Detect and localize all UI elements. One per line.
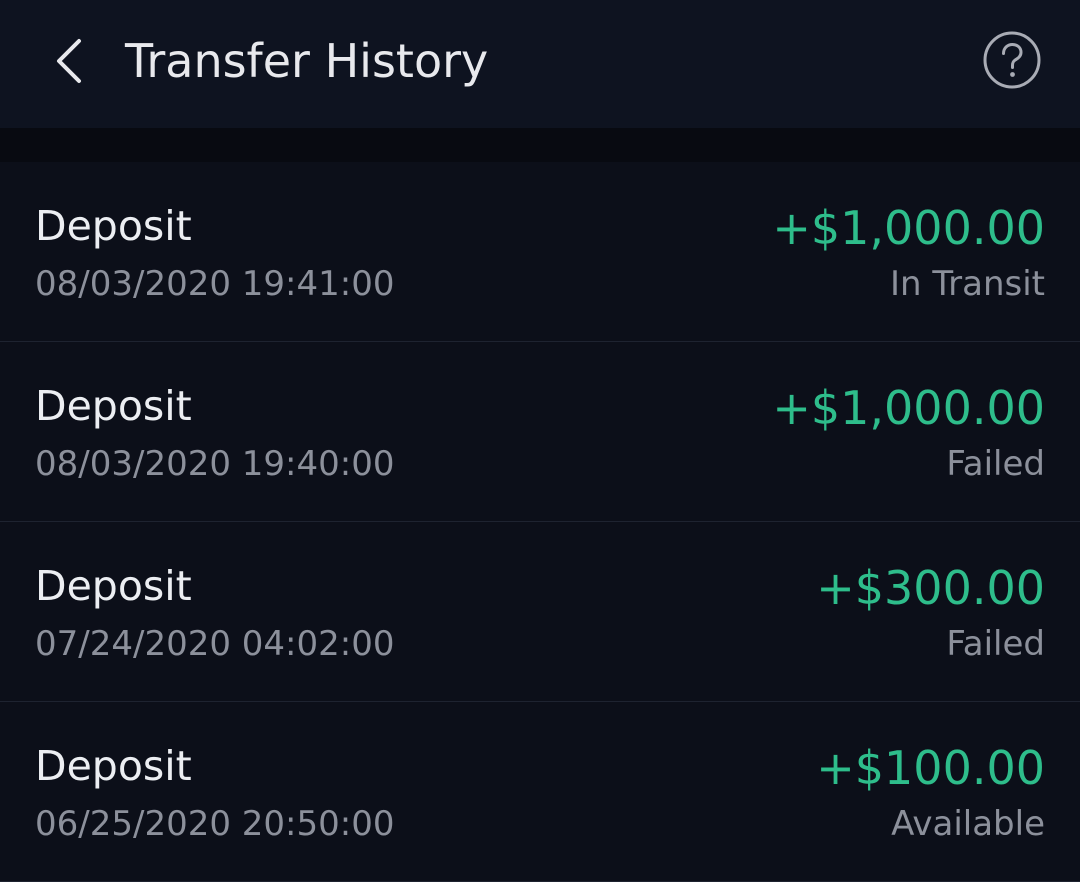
transfer-type: Deposit — [35, 382, 192, 430]
transfer-type: Deposit — [35, 562, 192, 610]
transfer-status: Failed — [946, 624, 1045, 664]
transfer-amount: +$300.00 — [816, 561, 1045, 615]
transfer-row[interactable]: Deposit 06/25/2020 20:50:00 +$100.00 Ava… — [0, 702, 1080, 882]
transfer-amount: +$1,000.00 — [772, 381, 1045, 435]
transfer-status: Failed — [946, 444, 1045, 484]
transfer-type: Deposit — [35, 202, 192, 250]
transfer-row[interactable]: Deposit 07/24/2020 04:02:00 +$300.00 Fai… — [0, 522, 1080, 702]
transfer-row[interactable]: Deposit 08/03/2020 19:40:00 +$1,000.00 F… — [0, 342, 1080, 522]
back-button[interactable] — [44, 34, 94, 88]
transfer-list: Deposit 08/03/2020 19:41:00 +$1,000.00 I… — [0, 162, 1080, 882]
transfer-type: Deposit — [35, 742, 192, 790]
transfer-status: Available — [891, 804, 1045, 844]
transfer-date: 08/03/2020 19:41:00 — [35, 264, 395, 304]
transfer-date: 08/03/2020 19:40:00 — [35, 444, 395, 484]
page-title: Transfer History — [125, 34, 489, 88]
header-divider — [0, 128, 1080, 162]
help-button[interactable] — [983, 31, 1041, 89]
transfer-status: In Transit — [889, 264, 1045, 304]
transfer-amount: +$1,000.00 — [772, 201, 1045, 255]
transfer-amount: +$100.00 — [816, 741, 1045, 795]
chevron-left-icon — [57, 39, 81, 83]
question-circle-icon — [983, 31, 1041, 89]
transfer-date: 06/25/2020 20:50:00 — [35, 804, 395, 844]
transfer-row[interactable]: Deposit 08/03/2020 19:41:00 +$1,000.00 I… — [0, 162, 1080, 342]
transfer-date: 07/24/2020 04:02:00 — [35, 624, 395, 664]
top-app-bar: Transfer History — [0, 0, 1080, 128]
